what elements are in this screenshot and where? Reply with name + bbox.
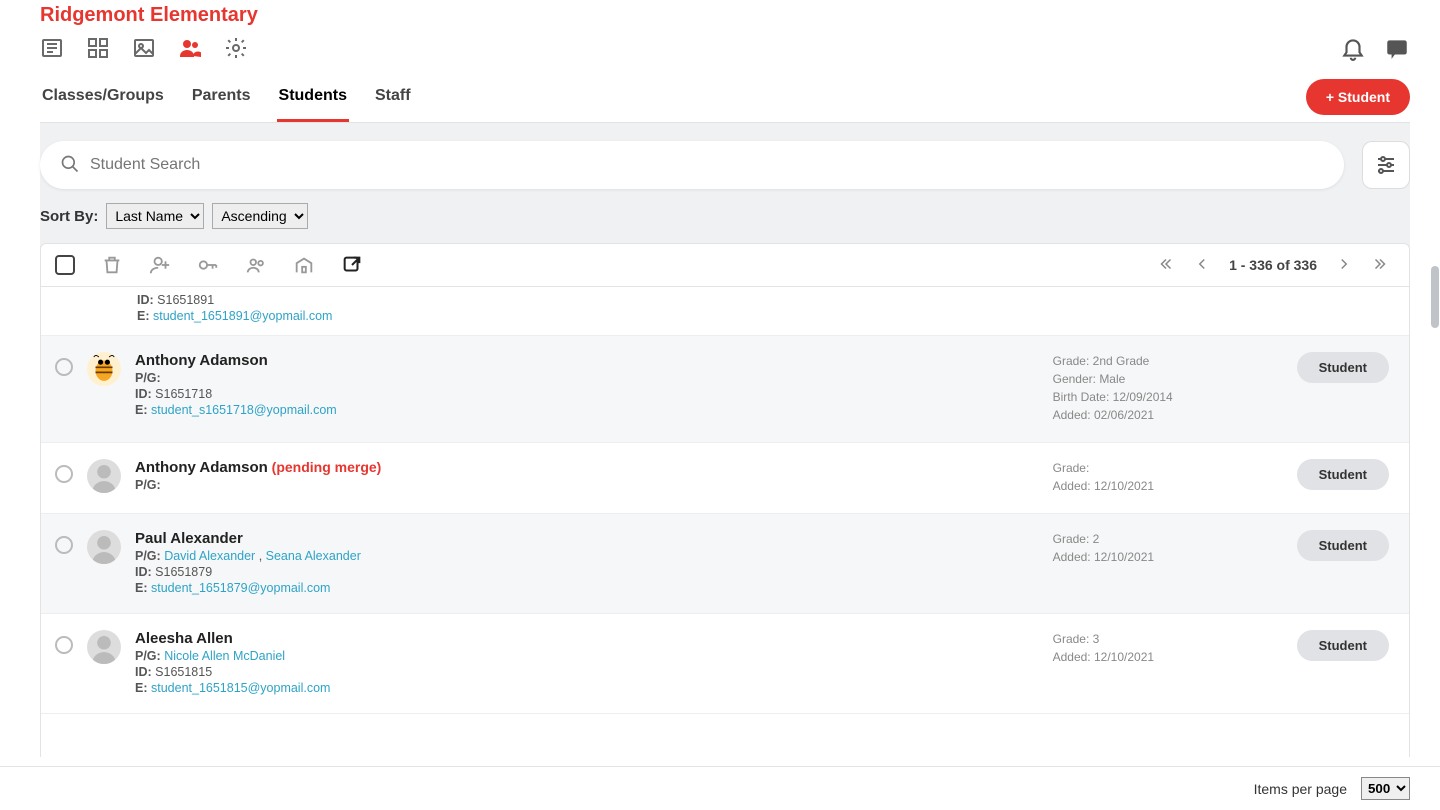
tab-parents[interactable]: Parents: [190, 77, 253, 122]
list-item: Anthony Adamson P/G: ID: S1651718 E: stu…: [41, 336, 1409, 443]
parent-link[interactable]: David Alexander: [164, 549, 255, 563]
scrollbar-thumb[interactable]: [1431, 266, 1439, 328]
student-name[interactable]: Paul Alexander: [135, 530, 1039, 547]
add-student-button[interactable]: + Student: [1306, 79, 1410, 115]
people-view-icon[interactable]: [178, 36, 202, 60]
school-icon[interactable]: [293, 254, 315, 276]
student-email-link[interactable]: student_1651879@yopmail.com: [151, 581, 330, 595]
student-name[interactable]: Aleesha Allen: [135, 630, 1039, 647]
list-item: Paul Alexander P/G: David Alexander , Se…: [41, 514, 1409, 614]
list-item: Anthony Adamson (pending merge) P/G: Gra…: [41, 443, 1409, 514]
filter-button[interactable]: [1362, 141, 1410, 189]
key-icon[interactable]: [197, 254, 219, 276]
sort-by-label: Sort By:: [40, 208, 98, 225]
role-badge: Student: [1297, 352, 1389, 383]
select-all-checkbox[interactable]: [55, 255, 75, 275]
image-view-icon[interactable]: [132, 36, 156, 60]
school-title: Ridgemont Elementary: [40, 0, 1410, 27]
items-per-page-select[interactable]: 500: [1361, 777, 1410, 800]
avatar: [87, 530, 121, 564]
pending-merge-label: (pending merge): [272, 459, 382, 475]
row-select-radio[interactable]: [55, 358, 73, 376]
bell-icon[interactable]: [1340, 35, 1366, 61]
student-name[interactable]: Anthony Adamson: [135, 459, 268, 476]
group-icon[interactable]: [245, 254, 267, 276]
role-badge: Student: [1297, 459, 1389, 490]
avatar: [87, 352, 121, 386]
student-email-link[interactable]: student_1651815@yopmail.com: [151, 681, 330, 695]
role-badge: Student: [1297, 530, 1389, 561]
last-page-icon[interactable]: [1371, 255, 1389, 276]
view-icons: [40, 36, 248, 60]
search-box[interactable]: [40, 141, 1344, 189]
next-page-icon[interactable]: [1335, 255, 1353, 276]
student-list: ID: S1651891 E: student_1651891@yopmail.…: [40, 287, 1410, 757]
avatar: [87, 459, 121, 493]
delete-icon[interactable]: [101, 254, 123, 276]
tab-classes-groups[interactable]: Classes/Groups: [40, 77, 166, 122]
search-input[interactable]: [90, 156, 1324, 174]
search-icon: [60, 154, 80, 177]
tab-staff[interactable]: Staff: [373, 77, 413, 122]
list-item-partial: ID: S1651891 E: student_1651891@yopmail.…: [41, 287, 1409, 336]
student-email-link[interactable]: student_s1651718@yopmail.com: [151, 403, 337, 417]
settings-view-icon[interactable]: [224, 36, 248, 60]
chat-icon[interactable]: [1384, 35, 1410, 61]
prev-page-icon[interactable]: [1193, 255, 1211, 276]
student-name[interactable]: Anthony Adamson: [135, 352, 1039, 369]
pagination: 1 - 336 of 336: [1157, 255, 1389, 276]
avatar: [87, 630, 121, 664]
sort-direction-select[interactable]: Ascending: [212, 203, 308, 229]
row-select-radio[interactable]: [55, 465, 73, 483]
role-badge: Student: [1297, 630, 1389, 661]
items-per-page-label: Items per page: [1254, 781, 1347, 797]
list-item: Aleesha Allen P/G: Nicole Allen McDaniel…: [41, 614, 1409, 714]
grid-view-icon[interactable]: [86, 36, 110, 60]
parent-link[interactable]: Nicole Allen McDaniel: [164, 649, 285, 663]
sort-field-select[interactable]: Last Name: [106, 203, 204, 229]
nav-tabs: Classes/Groups Parents Students Staff: [40, 77, 413, 122]
row-select-radio[interactable]: [55, 636, 73, 654]
tab-students[interactable]: Students: [277, 77, 349, 122]
export-icon[interactable]: [341, 254, 363, 276]
pagination-range: 1 - 336 of 336: [1229, 257, 1317, 273]
row-select-radio[interactable]: [55, 536, 73, 554]
student-email-link[interactable]: student_1651891@yopmail.com: [153, 309, 332, 323]
parent-link[interactable]: Seana Alexander: [266, 549, 361, 563]
add-person-icon[interactable]: [149, 254, 171, 276]
first-page-icon[interactable]: [1157, 255, 1175, 276]
news-view-icon[interactable]: [40, 36, 64, 60]
